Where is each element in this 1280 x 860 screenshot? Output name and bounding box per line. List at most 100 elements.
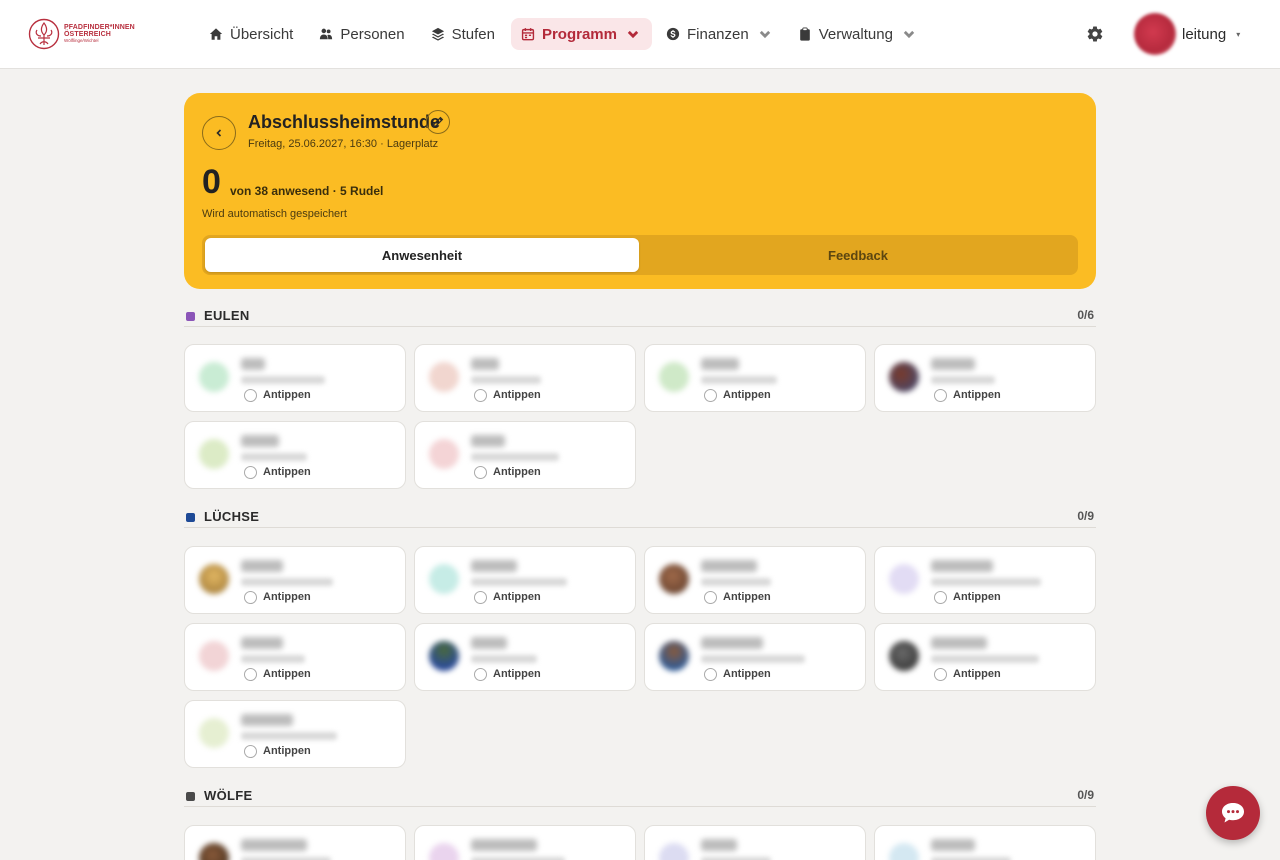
attendance-radio[interactable] xyxy=(934,389,947,402)
person-detail-blurred xyxy=(471,655,537,663)
group-count: 0/6 xyxy=(1077,308,1094,322)
attendance-radio[interactable] xyxy=(704,668,717,681)
avatar xyxy=(199,718,229,748)
layers-icon xyxy=(431,27,444,41)
avatar xyxy=(659,843,689,860)
person-name-blurred xyxy=(241,839,307,851)
avatar xyxy=(199,439,229,469)
group-header-woelfe: WÖLFE 0/9 xyxy=(184,785,1096,807)
attendance-radio[interactable] xyxy=(244,745,257,758)
person-detail-blurred xyxy=(701,376,777,384)
group-name: LÜCHSE xyxy=(204,509,260,524)
nav-item-programm[interactable]: Programm xyxy=(510,18,652,50)
group-header-eulen: EULEN 0/6 xyxy=(184,305,1096,327)
attendance-tap-label: Antippen xyxy=(953,668,1001,680)
nav-label: Übersicht xyxy=(230,25,294,43)
person-card[interactable] xyxy=(184,825,406,860)
settings-gear-icon[interactable] xyxy=(1086,25,1104,43)
avatar xyxy=(889,843,919,860)
person-card[interactable]: Antippen xyxy=(874,623,1096,691)
person-card[interactable]: Antippen xyxy=(184,623,406,691)
caret-down-icon: ▾ xyxy=(1236,29,1241,39)
person-card[interactable] xyxy=(644,825,866,860)
attendance-radio[interactable] xyxy=(934,668,947,681)
person-detail-blurred xyxy=(241,376,325,384)
chevron-left-icon xyxy=(216,129,222,137)
attendance-radio[interactable] xyxy=(474,389,487,402)
lily-emblem-icon xyxy=(28,18,60,50)
tab-feedback[interactable]: Feedback xyxy=(641,238,1075,272)
nav-item-personen[interactable]: Personen xyxy=(309,18,416,50)
person-card[interactable]: Antippen xyxy=(414,344,636,412)
person-detail-blurred xyxy=(241,578,333,586)
attendance-radio[interactable] xyxy=(934,591,947,604)
person-detail-blurred xyxy=(471,578,567,586)
chevron-down-icon xyxy=(903,30,915,39)
attendance-radio[interactable] xyxy=(474,668,487,681)
person-name-blurred xyxy=(701,358,739,370)
nav-item-stufen[interactable]: Stufen xyxy=(421,18,507,50)
nav-label: Programm xyxy=(541,25,617,43)
nav-item-uebersicht[interactable]: Übersicht xyxy=(199,18,305,50)
avatar xyxy=(199,843,229,860)
person-card[interactable]: Antippen xyxy=(644,546,866,614)
nav-item-verwaltung[interactable]: Verwaltung xyxy=(788,18,928,50)
attendance-tap-label: Antippen xyxy=(953,591,1001,603)
avatar xyxy=(889,362,919,392)
person-card[interactable]: Antippen xyxy=(644,344,866,412)
attendance-radio[interactable] xyxy=(704,389,717,402)
avatar xyxy=(429,641,459,671)
person-name-blurred xyxy=(471,560,517,572)
avatar xyxy=(199,564,229,594)
person-detail-blurred xyxy=(701,578,771,586)
person-name-blurred xyxy=(241,560,283,572)
person-card[interactable]: Antippen xyxy=(874,344,1096,412)
nav-label: Stufen xyxy=(451,25,495,43)
pencil-icon xyxy=(432,116,444,128)
person-card[interactable]: Antippen xyxy=(644,623,866,691)
person-name-blurred xyxy=(471,839,537,851)
person-card[interactable]: Antippen xyxy=(414,546,636,614)
person-card[interactable]: Antippen xyxy=(414,421,636,489)
main-nav: Übersicht Personen Stufen Programm Finan… xyxy=(199,18,928,50)
person-card[interactable] xyxy=(874,825,1096,860)
attendance-radio[interactable] xyxy=(244,466,257,479)
people-icon xyxy=(320,28,333,40)
person-name-blurred xyxy=(931,839,975,851)
person-card[interactable]: Antippen xyxy=(184,546,406,614)
edit-event-button[interactable] xyxy=(426,110,450,134)
dollar-icon xyxy=(666,27,680,41)
nav-item-finanzen[interactable]: Finanzen xyxy=(656,18,784,50)
attendance-radio[interactable] xyxy=(704,591,717,604)
avatar xyxy=(429,564,459,594)
chat-button[interactable] xyxy=(1206,786,1260,840)
person-card[interactable]: Antippen xyxy=(414,623,636,691)
person-card[interactable]: Antippen xyxy=(874,546,1096,614)
user-menu[interactable]: leitung ▾ xyxy=(1134,13,1240,55)
person-card[interactable]: Antippen xyxy=(184,344,406,412)
attendance-tap-label: Antippen xyxy=(263,466,311,478)
pfadfinder-logo[interactable]: PFADFINDER*INNEN ÖSTERREICH Wölflinge/Wi… xyxy=(28,17,140,51)
attendance-tap-label: Antippen xyxy=(263,668,311,680)
back-button[interactable] xyxy=(202,116,236,150)
attendance-tap-label: Antippen xyxy=(493,389,541,401)
avatar xyxy=(889,641,919,671)
group-header-luechse: LÜCHSE 0/9 xyxy=(184,506,1096,528)
top-navigation-bar: PFADFINDER*INNEN ÖSTERREICH Wölflinge/Wi… xyxy=(0,0,1280,69)
attendance-radio[interactable] xyxy=(474,591,487,604)
attendance-tap-label: Antippen xyxy=(263,591,311,603)
logo-text-line2: ÖSTERREICH xyxy=(64,31,111,39)
avatar xyxy=(659,362,689,392)
person-card[interactable]: Antippen xyxy=(184,421,406,489)
attendance-radio[interactable] xyxy=(244,389,257,402)
person-name-blurred xyxy=(241,358,265,370)
attendance-radio[interactable] xyxy=(244,591,257,604)
attendance-tap-label: Antippen xyxy=(493,466,541,478)
attendance-radio[interactable] xyxy=(244,668,257,681)
person-card[interactable]: Antippen xyxy=(184,700,406,768)
person-card[interactable] xyxy=(414,825,636,860)
tab-anwesenheit[interactable]: Anwesenheit xyxy=(205,238,639,272)
attendance-radio[interactable] xyxy=(474,466,487,479)
person-name-blurred xyxy=(241,637,283,649)
calendar-icon xyxy=(521,28,535,41)
